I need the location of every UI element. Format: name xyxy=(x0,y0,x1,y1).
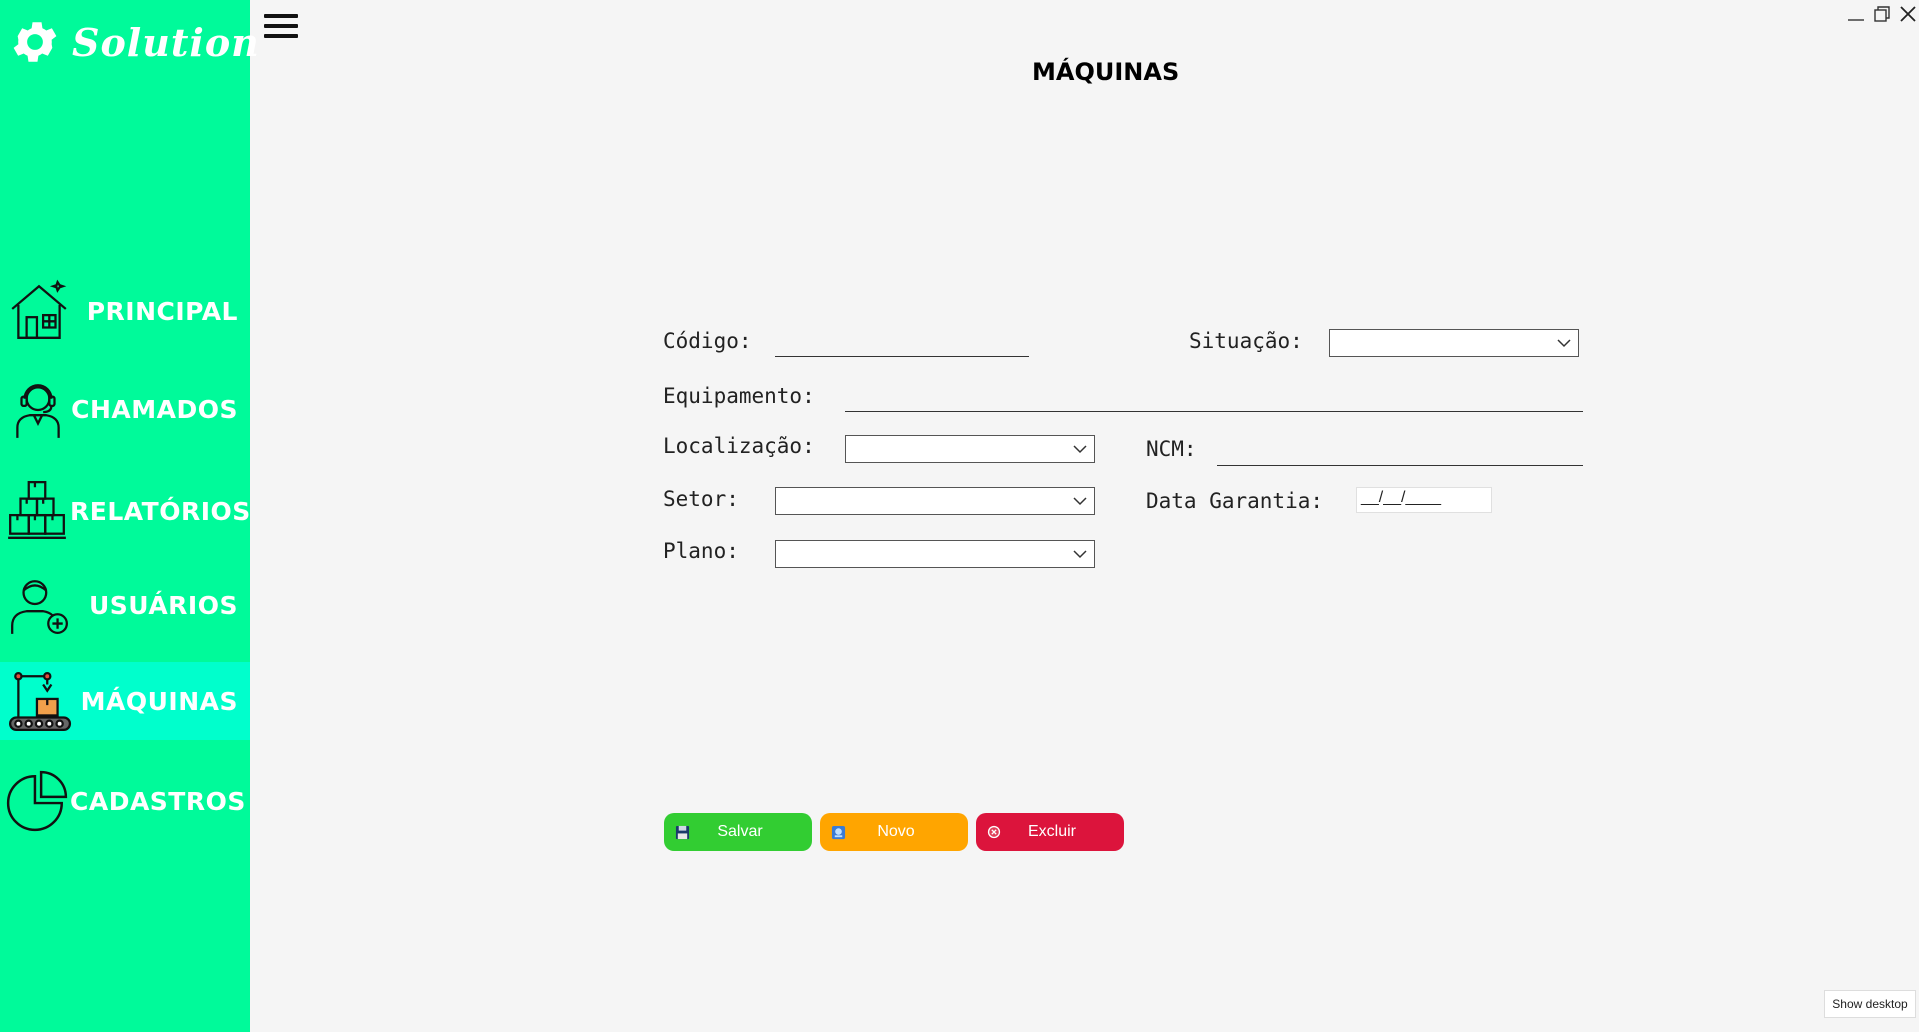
setor-select[interactable] xyxy=(775,487,1095,515)
sidebar-item-chamados[interactable]: CHAMADOS xyxy=(0,370,250,448)
codigo-label: Código: xyxy=(663,329,752,353)
restore-icon xyxy=(1874,6,1890,22)
localizacao-label: Localização: xyxy=(663,434,815,458)
show-desktop-tooltip: Show desktop xyxy=(1824,990,1916,1018)
restore-button[interactable] xyxy=(1871,2,1893,26)
localizacao-select[interactable] xyxy=(845,435,1095,463)
excluir-label: Excluir xyxy=(1027,823,1076,840)
gear-icon xyxy=(13,22,57,62)
salvar-button[interactable]: Salvar xyxy=(664,813,812,851)
ncm-label: NCM: xyxy=(1146,437,1197,461)
sidebar-item-label: CADASTROS xyxy=(70,786,246,816)
equipamento-input[interactable] xyxy=(845,383,1583,412)
data-garantia-label: Data Garantia: xyxy=(1146,489,1324,513)
add-user-icon xyxy=(4,570,74,640)
sidebar-item-cadastros[interactable]: CADASTROS xyxy=(0,762,250,840)
ncm-input[interactable] xyxy=(1217,437,1583,466)
minimize-icon xyxy=(1848,19,1864,21)
data-garantia-input[interactable]: __/__/____ xyxy=(1356,487,1492,513)
house-icon xyxy=(4,276,74,346)
plano-label: Plano: xyxy=(663,539,739,563)
sidebar-item-label: MÁQUINAS xyxy=(80,686,238,716)
salvar-label: Salvar xyxy=(717,823,763,840)
new-document-icon xyxy=(830,824,846,840)
chevron-down-icon xyxy=(1557,339,1571,348)
equipamento-label: Equipamento: xyxy=(663,384,815,408)
sidebar-item-label: USUÁRIOS xyxy=(89,590,238,620)
delete-icon xyxy=(986,824,1002,840)
robot-arm-conveyor-icon xyxy=(4,666,74,736)
sidebar-item-usuarios[interactable]: USUÁRIOS xyxy=(0,566,250,644)
app-logo: Solution xyxy=(8,14,260,70)
excluir-button[interactable]: Excluir xyxy=(976,813,1124,851)
hamburger-icon xyxy=(264,14,298,18)
sidebar-item-label: PRINCIPAL xyxy=(86,296,238,326)
sidebar-item-maquinas[interactable]: MÁQUINAS xyxy=(0,662,250,740)
codigo-input[interactable] xyxy=(775,328,1029,357)
sidebar: Solution PRINCIPAL CHAMADOS RELATÓRIOS U… xyxy=(0,0,259,1032)
menu-toggle-button[interactable] xyxy=(264,14,298,40)
logo-text: Solution xyxy=(72,19,260,65)
novo-label: Novo xyxy=(877,823,915,840)
close-button[interactable] xyxy=(1897,2,1919,26)
pie-chart-icon xyxy=(4,766,70,836)
setor-label: Setor: xyxy=(663,487,739,511)
support-agent-icon xyxy=(4,374,71,444)
plano-select[interactable] xyxy=(775,540,1095,568)
floppy-disk-icon xyxy=(674,824,690,840)
sidebar-item-relatorios[interactable]: RELATÓRIOS xyxy=(0,472,250,550)
novo-button[interactable]: Novo xyxy=(820,813,968,851)
window-controls xyxy=(1845,2,1919,26)
boxes-icon xyxy=(4,476,70,546)
sidebar-item-label: RELATÓRIOS xyxy=(70,496,251,526)
sidebar-item-label: CHAMADOS xyxy=(71,394,238,424)
situacao-label: Situação: xyxy=(1189,329,1303,353)
situacao-select[interactable] xyxy=(1329,329,1579,357)
chevron-down-icon xyxy=(1073,497,1087,506)
chevron-down-icon xyxy=(1073,550,1087,559)
minimize-button[interactable] xyxy=(1845,2,1867,26)
sidebar-item-principal[interactable]: PRINCIPAL xyxy=(0,272,250,350)
page-title: MÁQUINAS xyxy=(1032,58,1180,86)
close-icon xyxy=(1900,6,1916,22)
chevron-down-icon xyxy=(1073,445,1087,454)
